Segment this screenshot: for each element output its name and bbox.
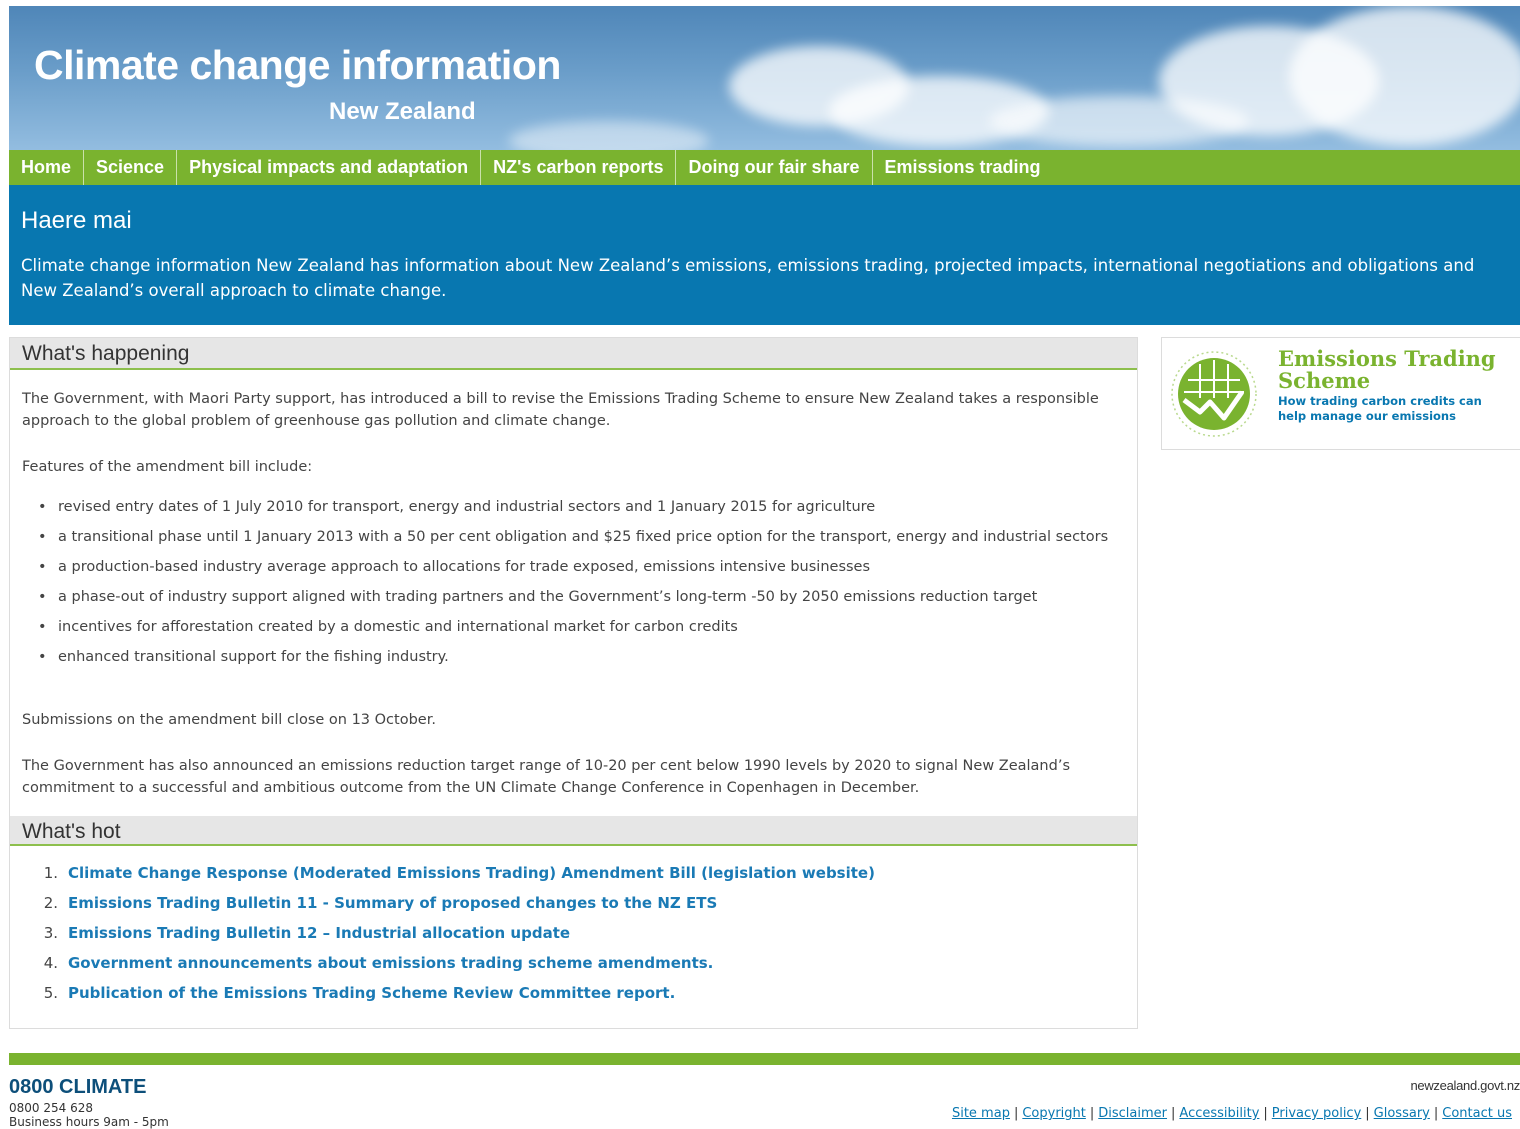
phone-title: 0800 CLIMATE bbox=[9, 1076, 147, 1098]
page: Climate change information New Zealand H… bbox=[0, 0, 1520, 1129]
nav-emissions-trading[interactable]: Emissions trading bbox=[873, 150, 1053, 185]
list-item: 5. Publication of the Emissions Trading S… bbox=[22, 978, 875, 1008]
phone-number: 0800 254 628 bbox=[9, 1101, 93, 1115]
nav-science[interactable]: Science bbox=[84, 150, 178, 185]
nav-fair-share[interactable]: Doing our fair share bbox=[676, 150, 873, 185]
site-banner: Climate change information New Zealand bbox=[9, 6, 1520, 150]
main-nav: Home Science Physical impacts and adapta… bbox=[9, 150, 1520, 185]
list-item: a phase-out of industry support aligned … bbox=[22, 586, 1112, 608]
happening-para-4: The Government has also announced an emi… bbox=[22, 758, 1070, 796]
hot-link-bulletin-12[interactable]: Emissions Trading Bulletin 12 – Industri… bbox=[68, 924, 570, 942]
footer-link-contact[interactable]: Contact us bbox=[1438, 1106, 1516, 1121]
business-hours: Business hours 9am - 5pm bbox=[9, 1115, 169, 1129]
footer-link-privacy[interactable]: Privacy policy bbox=[1268, 1106, 1365, 1121]
amendment-features-list: revised entry dates of 1 July 2010 for t… bbox=[22, 496, 1112, 676]
intro-heading: Haere mai bbox=[21, 207, 132, 234]
list-item: revised entry dates of 1 July 2010 for t… bbox=[22, 496, 1112, 518]
ets-title: Emissions Trading Scheme bbox=[1278, 348, 1496, 392]
list-number: 2. bbox=[43, 894, 58, 912]
footer-divider bbox=[9, 1053, 1520, 1065]
list-number: 4. bbox=[43, 954, 58, 972]
footer-link-copyright[interactable]: Copyright bbox=[1018, 1106, 1090, 1121]
footer-link-accessibility[interactable]: Accessibility bbox=[1175, 1106, 1263, 1121]
main-panel: What's happening The Government, with Ma… bbox=[9, 337, 1138, 1029]
ets-title-line-2: Scheme bbox=[1278, 368, 1371, 393]
list-item: 3. Emissions Trading Bulletin 12 – Indust… bbox=[22, 918, 875, 948]
ets-desc-line-1: How trading carbon credits can bbox=[1278, 394, 1482, 408]
nav-home[interactable]: Home bbox=[9, 150, 85, 185]
list-item: enhanced transitional support for the fi… bbox=[22, 646, 1112, 668]
ets-desc-line-2: help manage our emissions bbox=[1278, 409, 1456, 423]
nav-carbon-reports[interactable]: NZ's carbon reports bbox=[481, 150, 677, 185]
whats-hot-heading: What's hot bbox=[10, 816, 1137, 846]
nz-govt-logo[interactable]: newzealand.govt.nz bbox=[1410, 1078, 1520, 1093]
site-title: Climate change information bbox=[34, 42, 561, 88]
ets-promo-box[interactable]: Emissions Trading Scheme How trading car… bbox=[1161, 337, 1520, 450]
list-item: 1. Climate Change Response (Moderated Emi… bbox=[22, 858, 875, 888]
nav-physical-impacts[interactable]: Physical impacts and adaptation bbox=[177, 150, 482, 185]
hot-link-govt-announcements[interactable]: Government announcements about emissions… bbox=[68, 954, 713, 972]
list-item: 4. Government announcements about emissio… bbox=[22, 948, 875, 978]
ets-title-line-1: Emissions Trading bbox=[1278, 346, 1496, 371]
site-subtitle: New Zealand bbox=[329, 98, 476, 125]
list-number: 1. bbox=[43, 864, 58, 882]
list-number: 3. bbox=[43, 924, 58, 942]
intro-text: Climate change information New Zealand h… bbox=[21, 256, 1475, 300]
happening-para-2: Features of the amendment bill include: bbox=[22, 459, 313, 475]
happening-para-3: Submissions on the amendment bill close … bbox=[22, 712, 436, 728]
footer-link-site-map[interactable]: Site map bbox=[948, 1106, 1014, 1121]
ets-globe-chart-icon bbox=[1171, 351, 1257, 437]
list-item: a production-based industry average appr… bbox=[22, 556, 1112, 578]
list-item: incentives for afforestation created by … bbox=[22, 616, 1112, 638]
whats-happening-heading: What's happening bbox=[10, 338, 1137, 370]
happening-para-1: The Government, with Maori Party support… bbox=[22, 391, 1099, 429]
intro-panel: Haere mai Climate change information New… bbox=[9, 185, 1520, 325]
ets-description: How trading carbon credits can help mana… bbox=[1278, 394, 1508, 424]
list-item: 2. Emissions Trading Bulletin 11 - Summar… bbox=[22, 888, 875, 918]
list-item: a transitional phase until 1 January 201… bbox=[22, 526, 1112, 548]
hot-link-bulletin-11[interactable]: Emissions Trading Bulletin 11 - Summary … bbox=[68, 894, 717, 912]
list-number: 5. bbox=[43, 984, 58, 1002]
footer-links: Site map | Copyright | Disclaimer | Accessi… bbox=[948, 1106, 1516, 1121]
footer-link-disclaimer[interactable]: Disclaimer bbox=[1094, 1106, 1171, 1121]
hot-link-amendment-bill[interactable]: Climate Change Response (Moderated Emiss… bbox=[68, 864, 875, 882]
footer-link-glossary[interactable]: Glossary bbox=[1370, 1106, 1434, 1121]
whats-hot-list: 1. Climate Change Response (Moderated Emi… bbox=[22, 858, 875, 1008]
hot-link-review-committee[interactable]: Publication of the Emissions Trading Sch… bbox=[68, 984, 675, 1002]
